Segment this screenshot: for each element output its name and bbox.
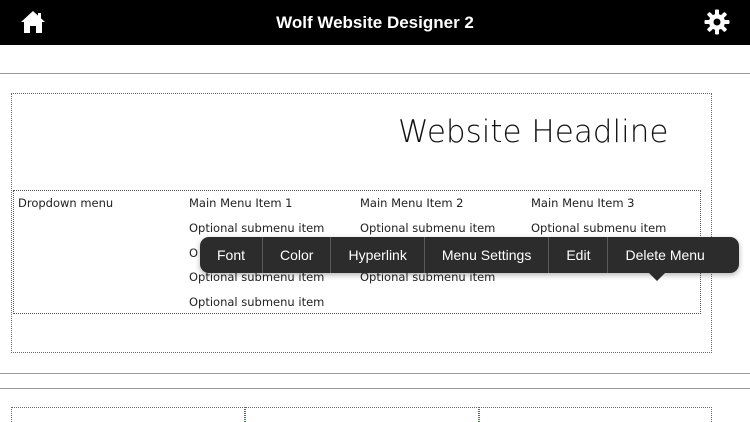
gear-icon bbox=[704, 9, 730, 35]
context-menu: Font Color Hyperlink Menu Settings Edit … bbox=[200, 237, 739, 273]
section-divider bbox=[0, 373, 750, 374]
submenu-item[interactable]: Optional submenu item bbox=[360, 221, 495, 235]
content-block[interactable] bbox=[479, 407, 712, 422]
dropdown-menu-label: Dropdown menu bbox=[18, 196, 114, 210]
color-menu-item[interactable]: Color bbox=[263, 237, 332, 273]
submenu-item[interactable]: Optional submenu item bbox=[189, 295, 324, 309]
top-bar: Wolf Website Designer 2 bbox=[0, 0, 750, 45]
settings-button[interactable] bbox=[704, 9, 730, 35]
content-block[interactable] bbox=[245, 407, 479, 422]
delete-menu-menu-item[interactable]: Delete Menu bbox=[608, 237, 721, 273]
font-menu-item[interactable]: Font bbox=[200, 237, 264, 273]
submenu-item-partial[interactable]: O bbox=[189, 246, 198, 260]
context-menu-arrow bbox=[648, 272, 666, 281]
menu-settings-menu-item[interactable]: Menu Settings bbox=[425, 237, 550, 273]
app-title: Wolf Website Designer 2 bbox=[276, 13, 474, 32]
submenu-item[interactable]: Optional submenu item bbox=[531, 221, 666, 235]
edit-menu-item[interactable]: Edit bbox=[549, 237, 609, 273]
submenu-item[interactable]: Optional submenu item bbox=[189, 221, 324, 235]
main-menu-item-1[interactable]: Main Menu Item 1 bbox=[189, 196, 293, 210]
website-headline[interactable]: Website Headline bbox=[398, 114, 668, 150]
main-menu-item-2[interactable]: Main Menu Item 2 bbox=[360, 196, 464, 210]
section-divider bbox=[0, 388, 750, 389]
main-menu-item-3[interactable]: Main Menu Item 3 bbox=[531, 196, 635, 210]
content-block[interactable] bbox=[11, 407, 245, 422]
section-divider bbox=[0, 73, 750, 74]
hyperlink-menu-item[interactable]: Hyperlink bbox=[331, 237, 425, 273]
